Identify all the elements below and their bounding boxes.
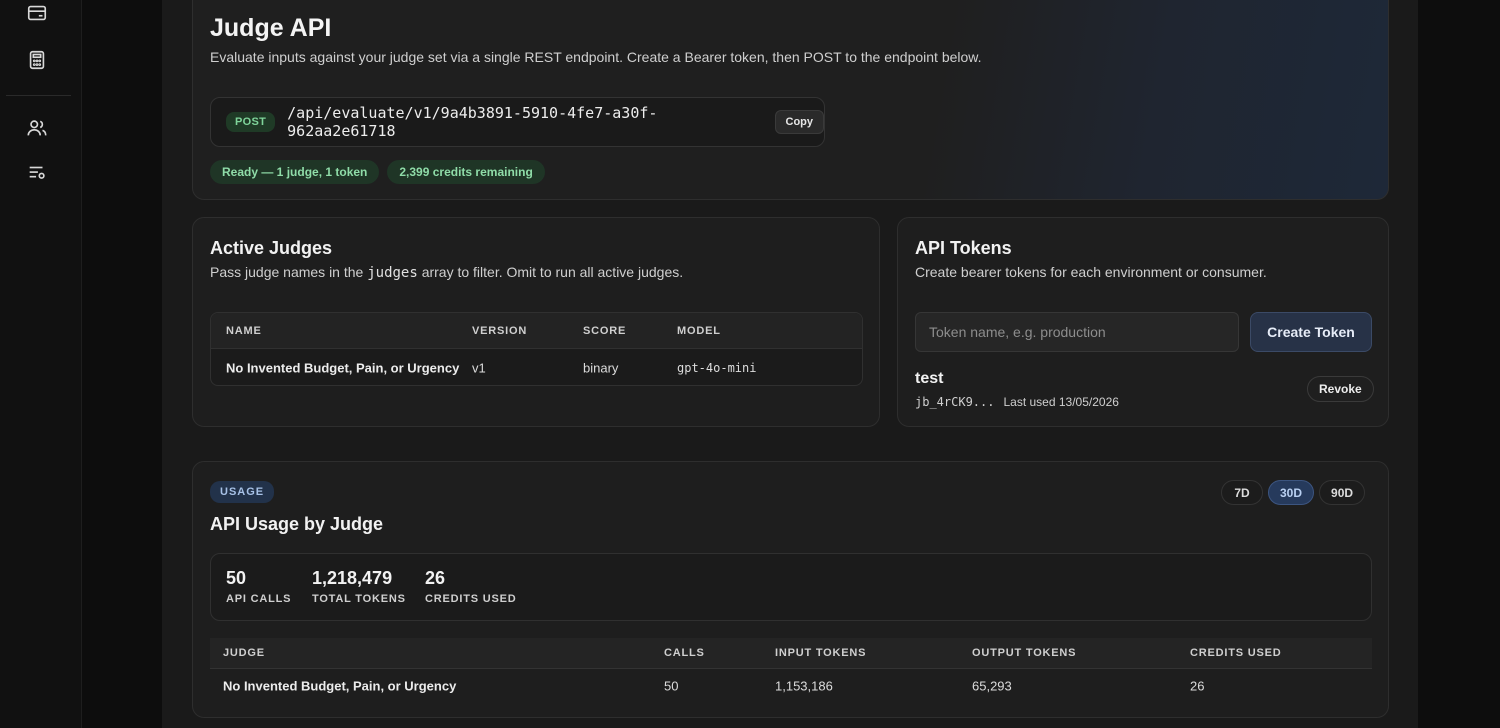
usage-judge-name: No Invented Budget, Pain, or Urgency	[223, 678, 457, 694]
table-row[interactable]: No Invented Budget, Pain, or Urgency 50 …	[210, 669, 1372, 703]
token-prefix: jb_4rCK9...	[915, 395, 995, 409]
judge-score: binary	[583, 360, 619, 375]
page-title: Judge API	[210, 14, 332, 42]
status-row: Ready — 1 judge, 1 token 2,399 credits r…	[210, 160, 545, 184]
judge-model: gpt-4o-mini	[677, 360, 757, 375]
list-settings-icon[interactable]	[24, 160, 50, 186]
col-credits-used: CREDITS USED	[1190, 647, 1282, 659]
token-meta: jb_4rCK9... Last used 13/05/2026	[915, 395, 1119, 409]
usage-output-tokens: 65,293	[972, 678, 1012, 694]
judges-param-code: judges	[367, 265, 418, 281]
judge-api-header-card: Judge API Evaluate inputs against your j…	[192, 0, 1389, 200]
stat-value: 26	[425, 568, 446, 588]
token-name-input[interactable]	[915, 312, 1239, 352]
credits-remaining-badge: 2,399 credits remaining	[387, 160, 545, 184]
endpoint-path: /api/evaluate/v1/9a4b3891-5910-4fe7-a30f…	[287, 104, 658, 140]
stat-label: TOTAL TOKENS	[312, 593, 406, 605]
usage-table: JUDGE CALLS INPUT TOKENS OUTPUT TOKENS C…	[210, 638, 1372, 703]
stat-label: CREDITS USED	[425, 593, 517, 605]
range-selector: 7D 30D 90D	[1221, 480, 1366, 505]
revoke-button[interactable]: Revoke	[1307, 376, 1374, 402]
sidebar-divider	[6, 95, 71, 96]
range-90d-button[interactable]: 90D	[1319, 480, 1366, 505]
col-calls: CALLS	[664, 647, 705, 659]
usage-stats: 50 API CALLS 1,218,479 TOTAL TOKENS 26 C…	[210, 553, 1372, 621]
calculator-icon[interactable]	[24, 47, 50, 73]
usage-card: USAGE API Usage by Judge 7D 30D 90D 50 A…	[192, 461, 1389, 718]
token-name: test	[915, 370, 944, 387]
method-badge: POST	[226, 112, 276, 132]
usage-credits: 26	[1190, 678, 1205, 694]
api-tokens-card: API Tokens Create bearer tokens for each…	[897, 217, 1389, 427]
judge-version: v1	[472, 360, 486, 375]
subtitle-text-before: Pass judge names in the	[210, 264, 364, 280]
col-judge: JUDGE	[223, 647, 265, 659]
create-token-button[interactable]: Create Token	[1250, 312, 1372, 352]
ready-status-badge: Ready — 1 judge, 1 token	[210, 160, 380, 184]
usage-badge: USAGE	[210, 481, 275, 503]
stat-api-calls: 50 API CALLS	[226, 568, 291, 605]
token-last-used: Last used 13/05/2026	[1003, 395, 1119, 409]
judges-table: NAME VERSION SCORE MODEL No Invented Bud…	[210, 312, 863, 386]
usage-input-tokens: 1,153,186	[775, 678, 833, 694]
card-icon[interactable]	[24, 0, 50, 26]
api-tokens-subtitle: Create bearer tokens for each environmen…	[915, 264, 1267, 280]
right-margin	[1418, 0, 1500, 728]
col-score: SCORE	[583, 324, 627, 337]
stat-label: API CALLS	[226, 593, 292, 605]
col-model: MODEL	[677, 324, 721, 337]
col-version: VERSION	[472, 324, 528, 337]
active-judges-subtitle: Pass judge names in the judges array to …	[210, 264, 683, 281]
stat-credits-used: 26 CREDITS USED	[425, 568, 517, 605]
sidebar	[0, 0, 82, 728]
col-name: NAME	[226, 324, 262, 337]
api-tokens-title: API Tokens	[915, 238, 1012, 258]
endpoint-box: POST /api/evaluate/v1/9a4b3891-5910-4fe7…	[210, 97, 825, 147]
subtitle-text-after: array to filter. Omit to run all active …	[421, 264, 684, 280]
range-7d-button[interactable]: 7D	[1221, 480, 1263, 505]
usage-calls: 50	[664, 678, 679, 694]
col-input-tokens: INPUT TOKENS	[775, 647, 867, 659]
range-30d-button[interactable]: 30D	[1268, 480, 1315, 505]
usage-table-header: JUDGE CALLS INPUT TOKENS OUTPUT TOKENS C…	[210, 638, 1372, 669]
judge-name: No Invented Budget, Pain, or Urgency	[226, 360, 460, 375]
stat-total-tokens: 1,218,479 TOTAL TOKENS	[312, 568, 406, 605]
copy-button[interactable]: Copy	[774, 110, 824, 134]
active-judges-card: Active Judges Pass judge names in the ju…	[192, 217, 880, 427]
stat-value: 50	[226, 568, 247, 588]
judges-table-header: NAME VERSION SCORE MODEL	[211, 313, 862, 349]
col-output-tokens: OUTPUT TOKENS	[972, 647, 1077, 659]
active-judges-title: Active Judges	[210, 238, 333, 258]
usage-title: API Usage by Judge	[210, 514, 384, 534]
users-icon[interactable]	[24, 115, 50, 141]
page-subtitle: Evaluate inputs against your judge set v…	[210, 49, 982, 65]
stat-value: 1,218,479	[312, 568, 393, 588]
table-row[interactable]: No Invented Budget, Pain, or Urgency v1 …	[211, 349, 862, 385]
